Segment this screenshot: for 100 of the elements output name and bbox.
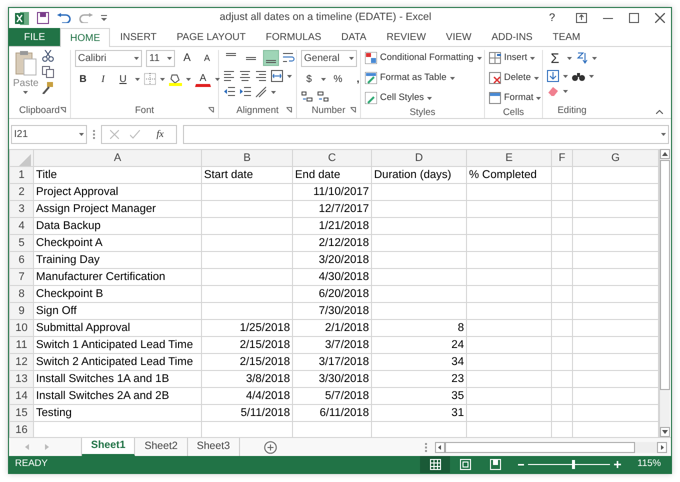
column-header[interactable]: C: [292, 150, 372, 166]
caret-icon[interactable]: [321, 78, 326, 80]
cells-menu-button[interactable]: Format: [489, 90, 542, 106]
paste-button[interactable]: Paste: [13, 50, 39, 104]
excel-logo-icon[interactable]: [15, 12, 29, 24]
row-header[interactable]: 4: [10, 218, 34, 234]
caret-icon[interactable]: [534, 76, 539, 80]
caret-icon[interactable]: [167, 57, 172, 60]
font-size-field[interactable]: 11: [146, 50, 175, 67]
caret-icon[interactable]: [186, 78, 191, 80]
ribbon-tab[interactable]: INSERT: [110, 28, 167, 46]
insert-function-button[interactable]: fx: [152, 126, 168, 142]
row-header[interactable]: 13: [10, 370, 34, 388]
caret-icon[interactable]: [349, 57, 354, 60]
sheet-tab[interactable]: Sheet1: [82, 438, 136, 456]
customize-icon[interactable]: [101, 15, 107, 21]
caret-icon[interactable]: [135, 78, 140, 80]
ribbon-tab[interactable]: HOME: [60, 28, 110, 47]
borders-icon[interactable]: [144, 73, 156, 85]
increase-indent-icon[interactable]: [239, 86, 251, 98]
caret-icon[interactable]: [589, 74, 594, 78]
decrease-indent-icon[interactable]: [223, 86, 235, 98]
caret-icon[interactable]: [271, 90, 276, 94]
caret-icon[interactable]: [563, 74, 568, 78]
binoculars-icon[interactable]: [572, 70, 585, 82]
caret-icon[interactable]: [23, 91, 28, 94]
align-right-icon[interactable]: [255, 70, 267, 82]
column-header[interactable]: D: [372, 150, 466, 166]
caret-icon[interactable]: [215, 78, 220, 80]
orientation-icon[interactable]: [255, 86, 267, 98]
cells-menu-button[interactable]: Insert: [489, 50, 542, 66]
scroll-thumb[interactable]: [445, 442, 635, 452]
font-name-field[interactable]: Calibri: [75, 50, 142, 67]
zoom-level[interactable]: 115%: [637, 457, 661, 472]
sort-filter-icon[interactable]: [576, 52, 588, 64]
dialog-launcher-icon[interactable]: [286, 107, 292, 113]
caret-icon[interactable]: [79, 132, 84, 136]
caret-icon[interactable]: [160, 78, 165, 80]
vertical-align-button[interactable]: [263, 50, 279, 66]
grow-font-button[interactable]: A: [179, 50, 195, 66]
styles-menu-button[interactable]: Conditional Formatting: [365, 50, 482, 66]
eraser-icon[interactable]: [547, 86, 559, 96]
zoom-thumb[interactable]: [572, 460, 575, 469]
save-icon[interactable]: [37, 12, 49, 24]
caret-icon[interactable]: [563, 90, 568, 92]
column-header[interactable]: F: [552, 150, 572, 166]
autosum-button[interactable]: Σ: [547, 50, 563, 66]
scroll-down-icon[interactable]: [660, 427, 670, 437]
row-header[interactable]: 15: [10, 404, 34, 422]
column-header[interactable]: B: [202, 150, 292, 166]
dialog-launcher-icon[interactable]: [350, 107, 356, 113]
row-header[interactable]: 6: [10, 252, 34, 268]
undo-icon[interactable]: [57, 13, 71, 23]
copy-icon[interactable]: [42, 66, 54, 78]
wrap-text-icon[interactable]: [283, 52, 296, 64]
row-header[interactable]: 10: [10, 320, 34, 336]
ribbon-display-icon[interactable]: [576, 13, 587, 23]
currency-button[interactable]: $: [301, 71, 317, 87]
font-color-button[interactable]: A: [195, 71, 211, 87]
fill-color-icon[interactable]: [169, 72, 182, 86]
close-icon[interactable]: [655, 13, 665, 23]
column-header[interactable]: A: [34, 150, 202, 166]
row-header[interactable]: 3: [10, 200, 34, 218]
ribbon-tab[interactable]: FORMULAS: [256, 28, 332, 46]
align-center-icon[interactable]: [239, 70, 251, 82]
ribbon-tab[interactable]: ADD-INS: [481, 28, 543, 46]
column-header[interactable]: E: [466, 150, 552, 166]
caret-icon[interactable]: [567, 56, 572, 60]
underline-button[interactable]: U: [115, 71, 131, 87]
caret-icon[interactable]: [536, 96, 542, 100]
file-tab[interactable]: FILE: [9, 28, 60, 46]
caret-icon[interactable]: [426, 96, 432, 100]
ribbon-tab[interactable]: DATA: [331, 28, 376, 46]
row-header[interactable]: 5: [10, 234, 34, 252]
row-header[interactable]: 8: [10, 286, 34, 302]
format-painter-icon[interactable]: [42, 82, 54, 94]
add-sheet-icon[interactable]: [264, 440, 277, 454]
scroll-left-icon[interactable]: [435, 442, 445, 452]
row-header[interactable]: 12: [10, 354, 34, 370]
dialog-launcher-icon[interactable]: [60, 107, 66, 113]
caret-icon[interactable]: [476, 56, 482, 60]
caret-icon[interactable]: [530, 56, 536, 60]
decrease-decimal-icon[interactable]: [317, 91, 329, 102]
ribbon-tab[interactable]: PAGE LAYOUT: [166, 28, 256, 46]
cut-icon[interactable]: [42, 50, 54, 62]
row-header[interactable]: 9: [10, 302, 34, 320]
ribbon-tab[interactable]: VIEW: [436, 28, 482, 46]
caret-icon[interactable]: [287, 74, 292, 78]
ribbon-tab[interactable]: REVIEW: [376, 28, 436, 46]
styles-menu-button[interactable]: Cell Styles: [365, 90, 482, 106]
caret-icon[interactable]: [661, 132, 666, 136]
row-header[interactable]: 7: [10, 268, 34, 286]
scroll-right-icon[interactable]: [657, 442, 667, 452]
shrink-font-button[interactable]: A: [199, 50, 215, 66]
styles-menu-button[interactable]: Format as Table: [365, 70, 482, 86]
percent-button[interactable]: %: [330, 71, 346, 87]
scroll-up-icon[interactable]: [660, 149, 670, 159]
merge-center-icon[interactable]: [271, 70, 283, 82]
view-button[interactable]: [420, 456, 450, 473]
help-button[interactable]: ?: [544, 10, 560, 26]
